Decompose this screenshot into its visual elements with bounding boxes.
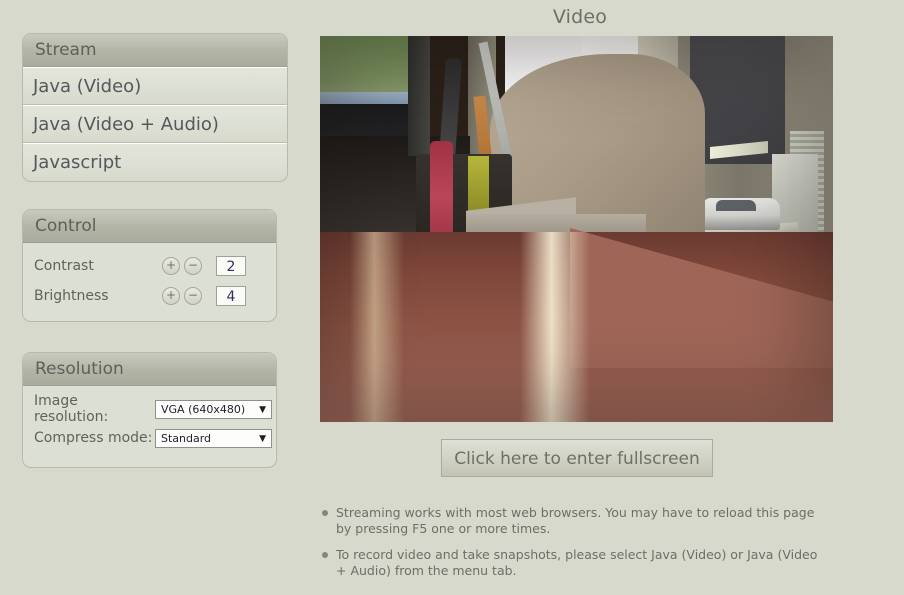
contrast-label: Contrast xyxy=(34,258,94,274)
bullet-icon xyxy=(322,547,336,579)
stream-panel-header: Stream xyxy=(23,34,287,67)
brightness-value-input[interactable]: 4 xyxy=(216,286,246,306)
list-item: To record video and take snapshots, plea… xyxy=(322,547,822,579)
contrast-row: Contrast + − 2 xyxy=(23,253,276,279)
note-text: To record video and take snapshots, plea… xyxy=(336,547,818,578)
control-panel: Control Contrast + − 2 Brightness + − 4 xyxy=(22,209,277,322)
sidebar-item-java-video-audio[interactable]: Java (Video + Audio) xyxy=(23,105,287,143)
video-scene-vignette xyxy=(320,36,833,422)
control-panel-body: Contrast + − 2 Brightness + − 4 xyxy=(23,243,276,321)
contrast-decrease-icon[interactable]: − xyxy=(184,257,202,275)
compress-mode-select[interactable]: Standard ▼ xyxy=(155,428,272,448)
image-resolution-select[interactable]: VGA (640x480) ▼ xyxy=(155,399,272,419)
brightness-increase-icon[interactable]: + xyxy=(162,287,180,305)
contrast-value-input[interactable]: 2 xyxy=(216,256,246,276)
enter-fullscreen-button[interactable]: Click here to enter fullscreen xyxy=(441,439,713,477)
control-panel-header: Control xyxy=(23,210,276,243)
image-resolution-row: Image resolution: VGA (640x480) ▼ xyxy=(23,393,276,425)
compress-mode-row: Compress mode: Standard ▼ xyxy=(23,426,276,450)
list-item: Streaming works with most web browsers. … xyxy=(322,505,822,537)
left-sidebar: Stream Java (Video) Java (Video + Audio)… xyxy=(22,33,288,496)
chevron-down-icon: ▼ xyxy=(259,404,266,415)
page-title: Video xyxy=(552,6,608,28)
chevron-down-icon: ▼ xyxy=(259,433,266,444)
resolution-panel-header: Resolution xyxy=(23,353,276,386)
note-text: Streaming works with most web browsers. … xyxy=(336,505,815,536)
brightness-row: Brightness + − 4 xyxy=(23,283,276,309)
video-stream-view[interactable]: CCTV xyxy=(320,36,833,422)
compress-mode-selected-value: Standard xyxy=(161,431,212,445)
brightness-decrease-icon[interactable]: − xyxy=(184,287,202,305)
brightness-label: Brightness xyxy=(34,288,109,304)
stream-panel: Stream Java (Video) Java (Video + Audio)… xyxy=(22,33,288,182)
resolution-panel-body: Image resolution: VGA (640x480) ▼ Compre… xyxy=(23,386,276,467)
sidebar-item-java-video[interactable]: Java (Video) xyxy=(23,67,287,105)
notes-list: Streaming works with most web browsers. … xyxy=(322,505,822,589)
contrast-increase-icon[interactable]: + xyxy=(162,257,180,275)
image-resolution-selected-value: VGA (640x480) xyxy=(161,402,246,416)
bullet-icon xyxy=(322,505,336,537)
resolution-panel: Resolution Image resolution: VGA (640x48… xyxy=(22,352,277,468)
image-resolution-label: Image resolution: xyxy=(34,393,109,425)
compress-mode-label: Compress mode: xyxy=(34,430,153,446)
sidebar-item-javascript[interactable]: Javascript xyxy=(23,143,287,181)
